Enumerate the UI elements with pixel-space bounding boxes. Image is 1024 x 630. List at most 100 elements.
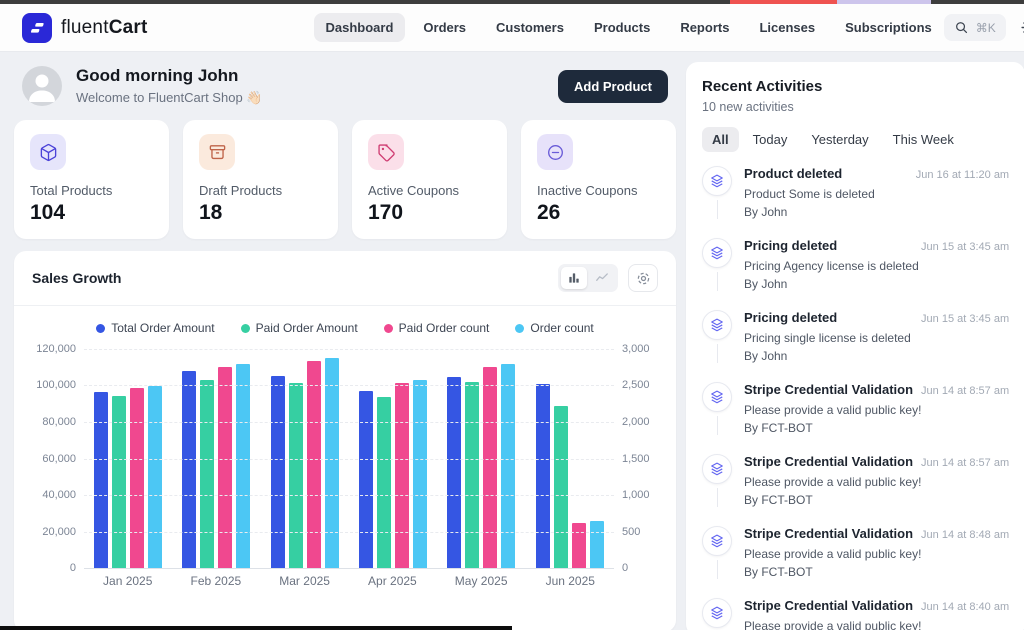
activities-tab-today[interactable]: Today: [743, 127, 798, 152]
activities-list: Product deletedJun 16 at 11:20 amProduct…: [702, 166, 1009, 630]
bar-order-count[interactable]: [236, 364, 250, 568]
archive-icon: [199, 134, 235, 170]
gridline: [84, 422, 614, 423]
stat-card-inactive-coupons[interactable]: Inactive Coupons26: [521, 120, 676, 239]
search-button[interactable]: ⌘K: [944, 14, 1006, 41]
layers-icon: [702, 526, 732, 556]
package-icon: [30, 134, 66, 170]
stat-value: 104: [30, 201, 153, 225]
activity-icon-wrap: [702, 310, 732, 363]
legend-item-paid-order-amount[interactable]: Paid Order Amount: [241, 321, 358, 335]
nav-item-subscriptions[interactable]: Subscriptions: [833, 13, 944, 42]
line-chart-icon: [595, 271, 609, 285]
brand-logo[interactable]: fluentCart: [22, 13, 148, 43]
bar-paid-order-count[interactable]: [130, 388, 144, 568]
activity-author: By John: [744, 349, 1009, 363]
bar-paid-order-count[interactable]: [572, 523, 586, 568]
bar-paid-order-count[interactable]: [307, 361, 321, 568]
bar-order-count[interactable]: [325, 358, 339, 568]
stat-card-total-products[interactable]: Total Products104: [14, 120, 169, 239]
legend-item-total-order-amount[interactable]: Total Order Amount: [96, 321, 214, 335]
y-axis-right-tick: 500: [622, 526, 640, 538]
bar-order-count[interactable]: [148, 386, 162, 568]
activity-item[interactable]: Pricing deletedJun 15 at 3:45 amPricing …: [702, 238, 1009, 310]
bar-total-order-amount[interactable]: [536, 384, 550, 568]
nav-item-customers[interactable]: Customers: [484, 13, 576, 42]
timeline-connector: [717, 272, 718, 291]
activities-tab-yesterday[interactable]: Yesterday: [801, 127, 878, 152]
chart-title: Sales Growth: [32, 270, 121, 286]
bar-total-order-amount[interactable]: [94, 392, 108, 568]
activity-timestamp: Jun 14 at 8:57 am: [921, 385, 1009, 397]
y-axis-left-tick: 60,000: [42, 453, 76, 465]
bar-total-order-amount[interactable]: [359, 391, 373, 568]
stat-value: 18: [199, 201, 322, 225]
refresh-chart-button[interactable]: [628, 264, 658, 292]
nav-item-orders[interactable]: Orders: [411, 13, 478, 42]
y-axis-left: 120,000100,00080,00060,00040,00020,0000: [24, 349, 84, 568]
timeline-connector: [717, 560, 718, 579]
stat-card-active-coupons[interactable]: Active Coupons170: [352, 120, 507, 239]
gridline: [84, 385, 614, 386]
y-axis-right-tick: 1,000: [622, 489, 650, 501]
legend-label: Paid Order Amount: [256, 321, 358, 335]
gridline: [84, 459, 614, 460]
stat-card-draft-products[interactable]: Draft Products18: [183, 120, 338, 239]
activity-item[interactable]: Stripe Credential ValidationJun 14 at 8:…: [702, 526, 1009, 598]
nav-item-reports[interactable]: Reports: [668, 13, 741, 42]
bar-paid-order-amount[interactable]: [554, 406, 568, 568]
bar-paid-order-count[interactable]: [395, 383, 409, 568]
bar-chart-view-button[interactable]: [561, 267, 587, 289]
minus-circle-icon: [537, 134, 573, 170]
activity-author: By FCT-BOT: [744, 421, 1009, 435]
bar-paid-order-amount[interactable]: [465, 382, 479, 568]
activity-author: By FCT-BOT: [744, 493, 1009, 507]
bar-total-order-amount[interactable]: [447, 377, 461, 568]
dashboard-column: Good morning John Welcome to FluentCart …: [14, 62, 676, 630]
theme-toggle[interactable]: [1020, 19, 1024, 36]
stats-row: Total Products104Draft Products18Active …: [14, 120, 676, 239]
activity-item[interactable]: Pricing deletedJun 15 at 3:45 amPricing …: [702, 310, 1009, 382]
activities-subtitle: 10 new activities: [702, 100, 1009, 114]
activity-row: Stripe Credential ValidationJun 14 at 8:…: [744, 454, 1009, 469]
activity-timestamp: Jun 15 at 3:45 am: [921, 313, 1009, 325]
bar-paid-order-amount[interactable]: [289, 383, 303, 568]
bar-paid-order-amount[interactable]: [200, 380, 214, 568]
activities-tab-this-week[interactable]: This Week: [883, 127, 964, 152]
activity-row: Stripe Credential ValidationJun 14 at 8:…: [744, 598, 1009, 613]
bar-order-count[interactable]: [413, 380, 427, 568]
activity-item[interactable]: Stripe Credential ValidationJun 14 at 8:…: [702, 598, 1009, 630]
top-strip-segment-1: [837, 0, 931, 4]
activity-icon-wrap: [702, 382, 732, 435]
x-label-may-2025: May 2025: [455, 574, 508, 588]
nav-item-products[interactable]: Products: [582, 13, 662, 42]
activities-tabs: AllTodayYesterdayThis Week: [702, 127, 1009, 152]
activities-title: Recent Activities: [702, 78, 1009, 95]
bar-paid-order-count[interactable]: [218, 367, 232, 568]
legend-item-order-count[interactable]: Order count: [515, 321, 593, 335]
bar-total-order-amount[interactable]: [271, 376, 285, 568]
avatar[interactable]: [22, 66, 62, 106]
layers-icon: [702, 454, 732, 484]
y-axis-right-tick: 3,000: [622, 343, 650, 355]
activity-timestamp: Jun 14 at 8:57 am: [921, 457, 1009, 469]
activity-row: Pricing deletedJun 15 at 3:45 am: [744, 238, 1009, 253]
nav-item-dashboard[interactable]: Dashboard: [314, 13, 406, 42]
legend-item-paid-order-count[interactable]: Paid Order count: [384, 321, 490, 335]
activities-tab-all[interactable]: All: [702, 127, 739, 152]
bar-order-count[interactable]: [501, 364, 515, 568]
y-axis-left-tick: 20,000: [42, 526, 76, 538]
scan-refresh-icon: [636, 271, 651, 286]
add-product-button[interactable]: Add Product: [558, 70, 668, 103]
line-chart-view-button[interactable]: [589, 267, 615, 289]
activity-item[interactable]: Stripe Credential ValidationJun 14 at 8:…: [702, 382, 1009, 454]
nav-item-licenses[interactable]: Licenses: [747, 13, 827, 42]
header-right: ⌘K: [944, 14, 1024, 41]
activity-item[interactable]: Stripe Credential ValidationJun 14 at 8:…: [702, 454, 1009, 526]
bar-total-order-amount[interactable]: [182, 371, 196, 568]
activity-item[interactable]: Product deletedJun 16 at 11:20 amProduct…: [702, 166, 1009, 238]
bar-order-count[interactable]: [590, 521, 604, 568]
bar-paid-order-count[interactable]: [483, 367, 497, 568]
greeting-text: Good morning John Welcome to FluentCart …: [76, 66, 262, 106]
activity-icon-wrap: [702, 238, 732, 291]
